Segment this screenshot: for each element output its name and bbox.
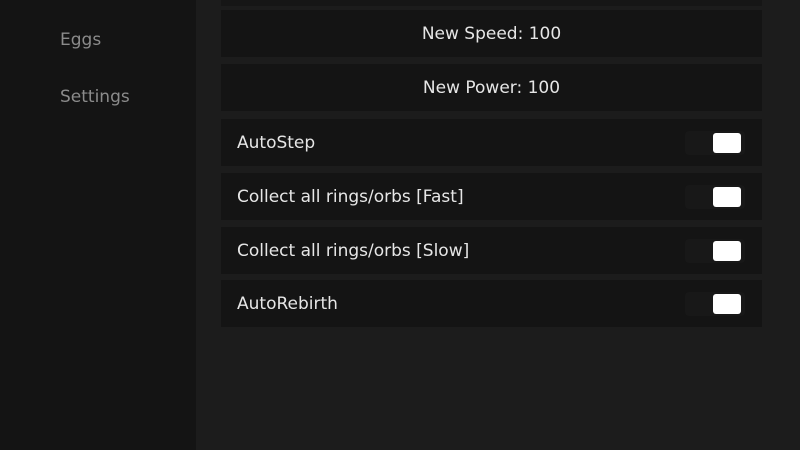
toggle-knob [713,186,741,207]
autorebirth-row: AutoRebirth [221,280,762,327]
autostep-row: AutoStep [221,119,762,166]
toggle-knob [713,132,741,153]
autostep-label: AutoStep [237,132,316,153]
main-panel: New Speed: 100 New Power: 100 AutoStep C… [196,0,800,450]
autostep-toggle[interactable] [685,130,745,155]
collect-fast-toggle[interactable] [685,184,745,209]
autorebirth-toggle[interactable] [685,291,745,316]
collect-fast-label: Collect all rings/orbs [Fast] [237,186,464,207]
autorebirth-label: AutoRebirth [237,293,338,314]
top-divider [221,0,762,6]
new-speed-label: New Speed: 100 [421,23,562,44]
sidebar-item-settings[interactable]: Settings [60,87,130,107]
sidebar-item-eggs[interactable]: Eggs [60,30,101,50]
collect-slow-toggle[interactable] [685,238,745,263]
collect-slow-row: Collect all rings/orbs [Slow] [221,227,762,274]
new-speed-button[interactable]: New Speed: 100 [221,10,762,57]
new-power-button[interactable]: New Power: 100 [221,64,762,111]
collect-slow-label: Collect all rings/orbs [Slow] [237,240,470,261]
sidebar: Eggs Settings [0,0,196,450]
toggle-knob [713,293,741,314]
toggle-knob [713,240,741,261]
collect-fast-row: Collect all rings/orbs [Fast] [221,173,762,220]
new-power-label: New Power: 100 [422,77,561,98]
